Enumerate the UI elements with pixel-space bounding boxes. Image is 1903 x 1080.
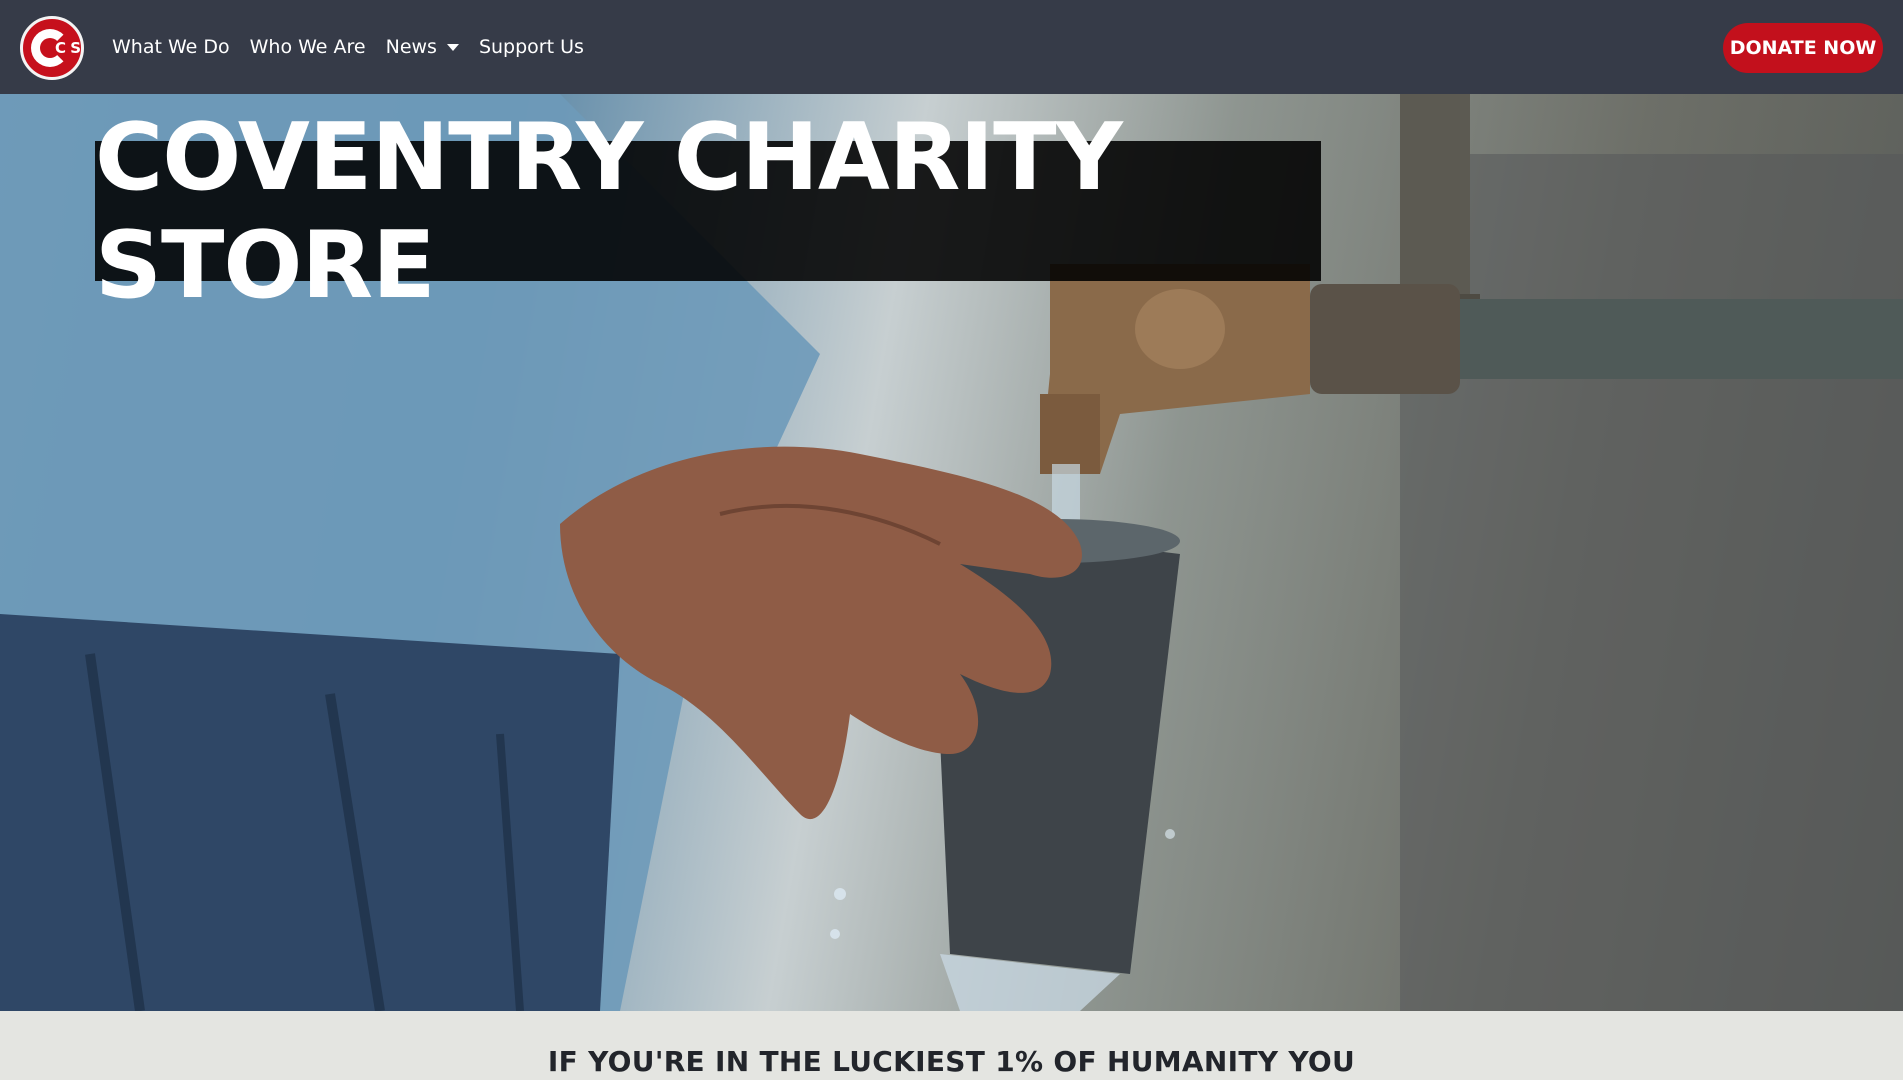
nav-news[interactable]: News <box>386 36 459 58</box>
nav-support-us[interactable]: Support Us <box>479 36 584 58</box>
hero-banner: COVENTRY CHARITY STORE <box>0 94 1903 1011</box>
nav-news-label: News <box>385 36 437 58</box>
main-nav: What We Do Who We Are News Support Us <box>112 0 604 94</box>
caret-down-icon <box>446 43 459 51</box>
logo[interactable]: CS <box>20 16 84 80</box>
nav-who-we-are[interactable]: Who We Are <box>250 36 366 58</box>
logo-text: CS <box>55 39 86 57</box>
intro-heading: IF YOU'RE IN THE LUCKIEST 1% OF HUMANITY… <box>547 1045 1356 1078</box>
intro-band: IF YOU'RE IN THE LUCKIEST 1% OF HUMANITY… <box>0 1011 1903 1080</box>
donate-now-button[interactable]: DONATE NOW <box>1723 23 1883 73</box>
hero-title: COVENTRY CHARITY STORE <box>95 103 1321 319</box>
top-navbar: CS What We Do Who We Are News Support Us… <box>0 0 1903 94</box>
nav-what-we-do[interactable]: What We Do <box>112 36 230 58</box>
